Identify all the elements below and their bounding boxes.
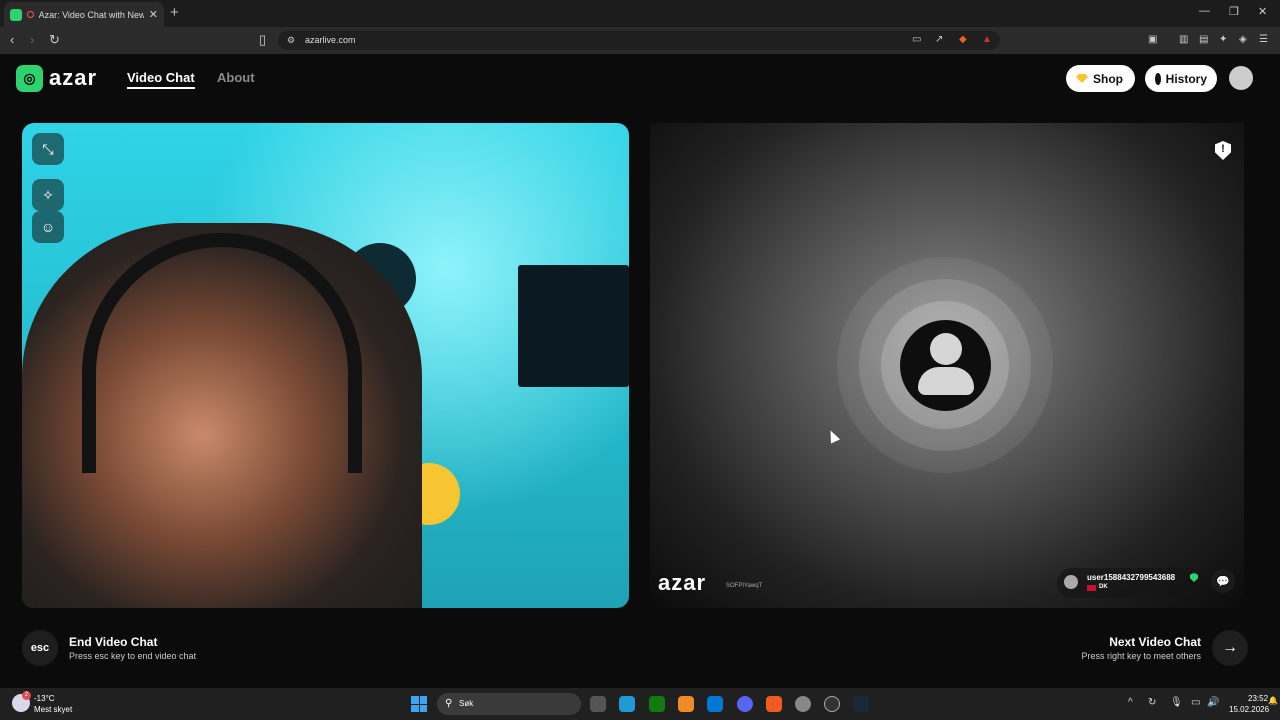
remote-video: ! azar SOFPIYawqT user1588432799543688 D… xyxy=(650,123,1244,608)
arrow-right-icon[interactable]: → xyxy=(1212,630,1248,666)
logo-text[interactable]: azar xyxy=(49,65,97,91)
app-icon-c[interactable] xyxy=(824,696,840,712)
app-icon-a[interactable] xyxy=(678,696,694,712)
fullscreen-exit-icon[interactable]: ⤡ xyxy=(32,133,64,165)
azar-watermark: azar xyxy=(658,570,707,595)
recording-indicator-icon xyxy=(26,11,34,18)
reload-icon[interactable]: ↻ xyxy=(49,32,60,48)
forward-icon[interactable]: › xyxy=(30,32,34,47)
azar-page: ◎ azar Video Chat About Shop History ⤡ ✧… xyxy=(0,54,1280,688)
remote-username: user1588432799543688 xyxy=(1087,573,1176,582)
back-icon[interactable]: ‹ xyxy=(10,32,14,47)
history-button[interactable]: History xyxy=(1145,65,1217,92)
sticker-icon[interactable]: ☺ xyxy=(32,211,64,243)
nav-video-chat[interactable]: Video Chat xyxy=(127,70,195,89)
tv-screen xyxy=(518,265,629,387)
steam-icon[interactable] xyxy=(853,696,869,712)
address-bar-row: ‹ › ↻ ▯ ⚙ azarlive.com ▭ ↗ ◆ ▲ ▣ ▥ ▤ ✦ ◈… xyxy=(0,27,1280,54)
close-window-button[interactable]: ✕ xyxy=(1258,5,1267,18)
tray-sync-icon[interactable]: ↻ xyxy=(1148,697,1156,708)
bookmark-icon[interactable]: ▯ xyxy=(259,32,266,48)
azar-favicon-icon xyxy=(10,8,22,21)
leo-ai-icon[interactable]: ✦ xyxy=(1219,34,1227,45)
cast-icon[interactable]: ▭ xyxy=(912,34,921,45)
search-placeholder: Søk xyxy=(459,699,474,708)
browser-tab[interactable]: Azar: Video Chat with New Pe ✕ xyxy=(4,2,164,27)
microphone-icon[interactable]: 🎙 xyxy=(1170,697,1183,708)
clock-date[interactable]: 15.02.2026 xyxy=(1229,705,1269,714)
watermark-code: SOFPIYawqT xyxy=(726,583,763,589)
history-label: History xyxy=(1165,71,1207,86)
windows-taskbar: 2 -13°C Mest skyet ⚲ Søk ^ ↻ 🎙 ▭ 🔊 23:52… xyxy=(0,688,1280,720)
brave-rewards-icon[interactable]: ▲ xyxy=(982,34,992,45)
video-tools: ⤡ ✧ ☺ xyxy=(32,133,64,243)
browser-titlebar: Azar: Video Chat with New Pe ✕ + — ❐ ✕ xyxy=(0,0,1280,27)
next-chat-title[interactable]: Next Video Chat xyxy=(1109,635,1201,649)
denmark-flag-icon xyxy=(1087,585,1096,591)
clock-time[interactable]: 23:52 xyxy=(1248,694,1268,703)
next-chat-hint: Press right key to meet others xyxy=(1081,651,1201,661)
settings-icon[interactable] xyxy=(795,696,811,712)
search-icon: ⚲ xyxy=(445,698,453,709)
taskbar-search[interactable]: ⚲ Søk xyxy=(437,693,581,715)
end-chat-button[interactable]: esc xyxy=(22,630,58,666)
volume-icon[interactable]: 🔊 xyxy=(1207,697,1219,708)
task-view-icon[interactable] xyxy=(590,696,606,712)
tab-close-icon[interactable]: ✕ xyxy=(149,8,158,21)
minimize-button[interactable]: — xyxy=(1199,5,1210,17)
country-code: DK xyxy=(1099,584,1108,590)
user-avatar-icon[interactable] xyxy=(1229,66,1253,90)
notification-bell-icon[interactable]: 🔔 xyxy=(1268,696,1278,705)
discord-icon[interactable] xyxy=(737,696,753,712)
chat-bubble-icon[interactable]: 💬 xyxy=(1211,569,1235,593)
share-icon[interactable]: ↗ xyxy=(935,34,943,45)
new-tab-button[interactable]: + xyxy=(170,4,179,21)
magic-wand-icon[interactable]: ✧ xyxy=(32,179,64,211)
clock-icon xyxy=(1155,72,1161,85)
shop-button[interactable]: Shop xyxy=(1066,65,1135,92)
end-chat-title[interactable]: End Video Chat xyxy=(69,635,157,649)
restore-button[interactable]: ❐ xyxy=(1229,5,1239,18)
network-icon[interactable]: ▭ xyxy=(1191,697,1200,708)
verified-shield-icon xyxy=(1190,573,1198,582)
weather-description[interactable]: Mest skyet xyxy=(34,705,72,714)
local-video: ⤡ ✧ ☺ xyxy=(22,123,629,608)
menu-icon[interactable]: ☰ xyxy=(1259,34,1268,45)
gem-icon xyxy=(1076,74,1088,83)
weather-badge: 2 xyxy=(22,691,31,700)
brave-icon[interactable] xyxy=(766,696,782,712)
windows-start-icon[interactable] xyxy=(411,696,427,712)
extensions-icon[interactable]: ▤ xyxy=(1199,34,1208,45)
site-info-icon[interactable]: ⚙ xyxy=(287,35,295,46)
store-icon[interactable] xyxy=(707,696,723,712)
tray-chevron-icon[interactable]: ^ xyxy=(1128,697,1133,708)
remote-placeholder-avatar-icon xyxy=(900,320,991,411)
sidebar-icon[interactable]: ▥ xyxy=(1179,34,1188,45)
url-text[interactable]: azarlive.com xyxy=(305,35,356,45)
xbox-icon[interactable] xyxy=(649,696,665,712)
url-box[interactable] xyxy=(278,31,1000,50)
vpn-icon[interactable]: ◈ xyxy=(1239,34,1247,45)
remote-user-avatar-icon xyxy=(1064,575,1078,589)
wallet-icon[interactable]: ▣ xyxy=(1148,34,1157,45)
report-shield-icon[interactable]: ! xyxy=(1215,141,1231,160)
tab-title: Azar: Video Chat with New Pe xyxy=(38,9,144,20)
nav-about[interactable]: About xyxy=(217,70,255,85)
remote-user-chip[interactable]: user1588432799543688 DK xyxy=(1057,568,1203,598)
azar-logo-icon[interactable]: ◎ xyxy=(16,65,43,92)
brave-shields-icon[interactable]: ◆ xyxy=(959,34,967,45)
edge-icon[interactable] xyxy=(619,696,635,712)
shop-label: Shop xyxy=(1093,71,1123,86)
weather-temperature[interactable]: -13°C xyxy=(34,694,55,703)
end-chat-hint: Press esc key to end video chat xyxy=(69,651,197,661)
